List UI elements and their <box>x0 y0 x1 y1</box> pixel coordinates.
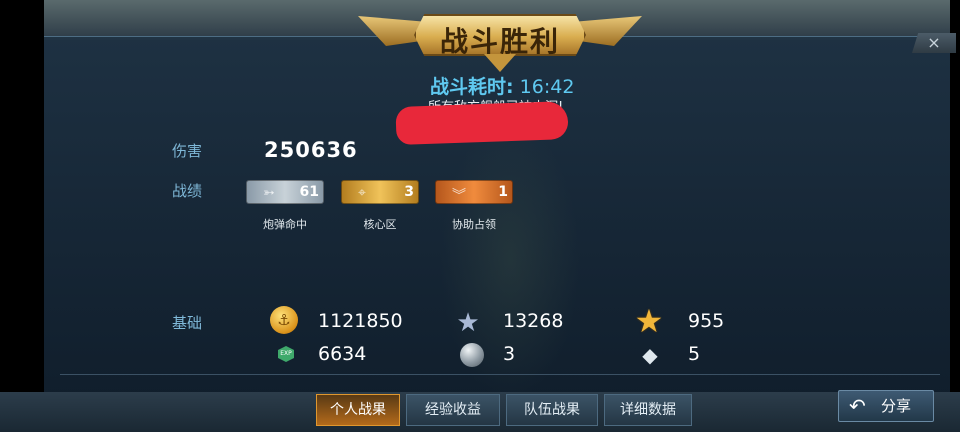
damage-label: 伤害 <box>172 142 203 160</box>
sphere-value: 3 <box>503 343 516 365</box>
redaction-mark <box>395 101 569 145</box>
battle-duration-value: 16:42 <box>519 76 575 98</box>
battle-result-screen: 战斗胜利 × 战斗耗时: 16:42 所有敌方舰船已被击沉! 伤害 250636… <box>0 0 960 432</box>
silver-star-value: 13268 <box>503 310 564 332</box>
panel-divider <box>60 374 940 375</box>
assist-capture-count: 1 <box>498 184 508 200</box>
tab-personal-result[interactable]: 个人战果 <box>316 394 400 426</box>
assist-capture-caption: 协助占领 <box>452 218 496 231</box>
tab-team-result[interactable]: 队伍战果 <box>506 394 598 426</box>
exp-value: 6634 <box>318 343 367 365</box>
share-label: 分享 <box>881 397 912 415</box>
emblem-point <box>484 54 516 72</box>
assist-capture-medal[interactable]: ︾ 1 <box>435 180 513 204</box>
gold-star-value: 955 <box>688 310 725 332</box>
shell-hit-medal[interactable]: ➳ 61 <box>246 180 324 204</box>
tab-detailed-data[interactable]: 详细数据 <box>604 394 692 426</box>
close-button[interactable]: × <box>912 33 956 53</box>
assist-capture-icon: ︾ <box>452 188 466 204</box>
silver-star-icon: ★ <box>456 308 480 338</box>
record-label: 战绩 <box>172 182 203 200</box>
coin-value: 1121850 <box>318 310 403 332</box>
screen-edge-left <box>0 0 44 432</box>
damage-value: 250636 <box>264 138 358 162</box>
gold-star-icon: ★ <box>634 302 664 340</box>
share-button[interactable]: ↶ 分享 <box>838 390 934 422</box>
battle-duration-label: 战斗耗时: <box>430 76 514 98</box>
screen-edge-right <box>950 0 960 432</box>
diamond-icon: ◆ <box>642 343 658 367</box>
shell-hit-count: 61 <box>299 184 319 200</box>
victory-emblem: 战斗胜利 <box>358 6 642 72</box>
share-arrow-icon: ↶ <box>849 394 866 418</box>
diamond-value: 5 <box>688 343 701 365</box>
core-zone-count: 3 <box>404 184 414 200</box>
battle-duration: 战斗耗时: 16:42 <box>430 72 574 99</box>
core-zone-caption: 核心区 <box>363 218 397 231</box>
shell-hit-icon: ➳ <box>263 185 275 201</box>
anchor-coin-icon: ⚓ <box>270 306 298 334</box>
core-zone-medal[interactable]: ⌖ 3 <box>341 180 419 204</box>
sphere-icon <box>460 343 484 367</box>
shell-hit-caption: 炮弹命中 <box>263 218 307 231</box>
basic-label: 基础 <box>172 314 203 332</box>
tab-experience-gain[interactable]: 经验收益 <box>406 394 500 426</box>
core-zone-icon: ⌖ <box>358 185 366 201</box>
